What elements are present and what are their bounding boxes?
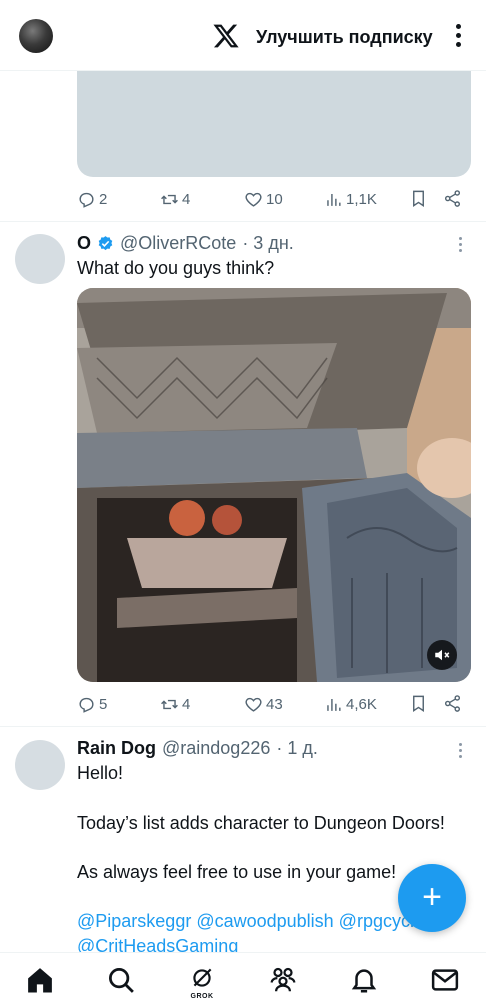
tweet-media-placeholder[interactable] <box>77 60 471 177</box>
tweet-text: What do you guys think? <box>77 258 275 278</box>
nav-notifications[interactable] <box>346 965 382 999</box>
tweet-actions: 2 4 10 1,1K <box>77 188 471 210</box>
share-icon[interactable] <box>443 694 462 713</box>
mute-button[interactable] <box>427 640 457 670</box>
repost-icon <box>161 699 178 709</box>
share-icon[interactable] <box>443 189 462 208</box>
tweet-avatar[interactable] <box>15 740 65 790</box>
like-count: 43 <box>266 695 283 713</box>
views-icon <box>327 698 341 711</box>
tweet-header: Rain Dog @raindog226 · 1 д. <box>77 736 318 760</box>
author-handle[interactable]: @raindog226 <box>162 738 270 759</box>
tweet-text-line: As always feel free to use in your game! <box>77 862 397 882</box>
tweet-more-icon[interactable] <box>457 236 463 254</box>
home-icon <box>28 968 52 993</box>
upgrade-subscription-button[interactable]: Улучшить подписку <box>256 27 433 48</box>
tweet-text-line: Hello! <box>77 763 124 783</box>
bookmark-icon[interactable] <box>409 694 428 713</box>
like-count: 10 <box>266 190 283 208</box>
top-bar: Улучшить подписку <box>0 0 486 71</box>
tweet-video[interactable] <box>77 288 471 682</box>
author-name[interactable]: O <box>77 233 91 254</box>
like-button[interactable]: 43 <box>244 693 283 715</box>
reply-count: 5 <box>99 695 108 713</box>
repost-icon <box>161 194 178 204</box>
views-icon <box>327 193 341 206</box>
tweet-time[interactable]: · 1 д. <box>276 738 318 759</box>
verified-badge-icon <box>98 235 113 250</box>
notifications-icon <box>351 969 377 993</box>
tweet-more-icon[interactable] <box>457 742 463 760</box>
nav-messages[interactable] <box>427 965 463 999</box>
author-handle[interactable]: @OliverRCote <box>120 233 236 254</box>
repost-button[interactable]: 4 <box>160 693 190 715</box>
repost-count: 4 <box>182 695 191 713</box>
views-button[interactable]: 1,1K <box>324 188 377 210</box>
nav-grok[interactable]: GROK <box>184 965 220 1000</box>
tweet-header: O @OliverRCote · 3 дн. <box>77 231 294 255</box>
tweet-actions: 5 4 43 4,6K <box>77 693 471 715</box>
x-logo-icon[interactable] <box>211 22 241 50</box>
divider <box>0 221 486 222</box>
tweet-avatar[interactable] <box>15 234 65 284</box>
nav-search[interactable] <box>103 965 139 999</box>
views-count: 1,1K <box>346 190 377 208</box>
nav-home[interactable] <box>22 965 58 999</box>
divider <box>0 726 486 727</box>
profile-avatar[interactable] <box>19 19 53 53</box>
heart-icon <box>245 697 262 712</box>
like-button[interactable]: 10 <box>244 188 283 210</box>
more-icon[interactable] <box>452 22 464 50</box>
grok-icon <box>193 968 212 987</box>
compose-button[interactable]: + <box>398 864 466 932</box>
tweet-time[interactable]: · 3 дн. <box>242 233 293 254</box>
compose-plus-icon: + <box>422 878 442 916</box>
bookmark-icon[interactable] <box>409 189 428 208</box>
nav-communities[interactable] <box>265 965 301 999</box>
author-name[interactable]: Rain Dog <box>77 738 156 759</box>
messages-icon <box>431 969 459 991</box>
video-thumbnail <box>77 288 471 682</box>
repost-count: 4 <box>182 190 191 208</box>
repost-button[interactable]: 4 <box>160 188 190 210</box>
tweet-mentions[interactable]: @Piparskeggr @cawoodpublish @rpgcyclopte <box>77 911 449 932</box>
reply-icon <box>79 192 94 208</box>
reply-icon <box>79 697 94 713</box>
communities-icon <box>270 967 296 992</box>
reply-button[interactable]: 5 <box>77 693 107 715</box>
reply-button[interactable]: 2 <box>77 188 107 210</box>
search-icon <box>109 968 134 993</box>
grok-label: GROK <box>190 993 214 1000</box>
views-count: 4,6K <box>346 695 377 713</box>
muted-speaker-icon <box>435 649 450 661</box>
heart-icon <box>245 192 262 207</box>
tweet-text-line: Today’s list adds character to Dungeon D… <box>77 813 445 833</box>
bottom-navigation: GROK <box>0 952 486 1000</box>
reply-count: 2 <box>99 190 108 208</box>
views-button[interactable]: 4,6K <box>324 693 377 715</box>
